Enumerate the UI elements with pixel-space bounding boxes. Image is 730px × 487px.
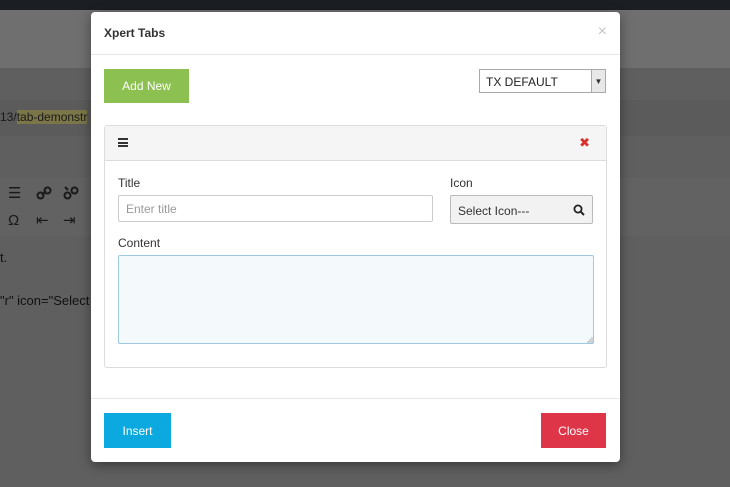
- background-shortcode-line: "r" icon="Select: [0, 293, 90, 308]
- modal-header: Xpert Tabs ×: [91, 12, 620, 55]
- icon-select[interactable]: Select Icon---: [450, 195, 593, 224]
- icon-label: Icon: [450, 176, 473, 190]
- remove-tab-icon[interactable]: ✖: [579, 136, 590, 150]
- resize-grip-icon[interactable]: [586, 336, 593, 343]
- background-text-line: t.: [0, 250, 8, 265]
- unlink-icon: [63, 185, 79, 206]
- tab-style-select[interactable]: TX DEFAULT ▼: [479, 69, 606, 93]
- title-label: Title: [118, 176, 141, 190]
- indent-icon: ⇥: [63, 212, 76, 229]
- content-label: Content: [118, 236, 161, 250]
- link-icon: [36, 185, 52, 206]
- add-new-button[interactable]: Add New: [104, 69, 189, 103]
- background-url-text: 13/tab-demonstr: [0, 110, 88, 124]
- align-icon: ☰: [8, 185, 22, 202]
- modal-title: Xpert Tabs: [104, 26, 166, 40]
- chevron-down-icon[interactable]: ▼: [591, 70, 605, 92]
- tab-style-select-value: TX DEFAULT: [486, 75, 558, 89]
- insert-button[interactable]: Insert: [104, 413, 171, 448]
- omega-icon: Ω: [8, 212, 20, 229]
- outdent-icon: ⇤: [36, 212, 49, 229]
- content-textarea[interactable]: [118, 255, 594, 344]
- icon-select-value: Select Icon---: [458, 204, 530, 218]
- tab-item-header: ✖: [105, 126, 606, 161]
- tab-item-panel: ✖ Title Icon Select Icon--- Content: [104, 125, 607, 368]
- close-icon[interactable]: ×: [598, 24, 607, 40]
- modal-footer-divider: [91, 398, 620, 399]
- title-input[interactable]: [118, 195, 433, 222]
- background-top-bar: [0, 0, 730, 10]
- background-url-prefix: 13/: [0, 110, 17, 124]
- xpert-tabs-modal: Xpert Tabs × Add New TX DEFAULT ▼ ✖ Titl…: [91, 12, 620, 462]
- close-button[interactable]: Close: [541, 413, 606, 448]
- background-url-highlight: tab-demonstr: [16, 110, 88, 124]
- drag-handle-icon[interactable]: [118, 138, 128, 147]
- search-icon: [573, 204, 585, 216]
